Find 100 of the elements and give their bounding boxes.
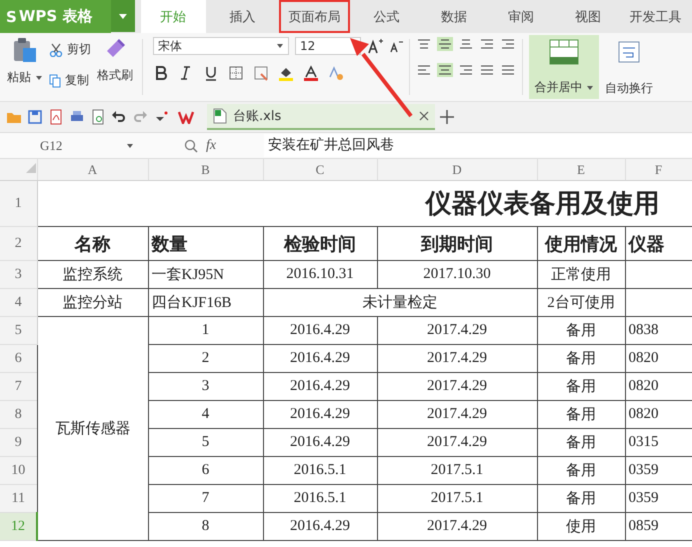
ribbon-tab[interactable]: 数据 bbox=[423, 0, 484, 33]
bold-icon[interactable] bbox=[153, 65, 169, 81]
close-icon[interactable] bbox=[419, 111, 429, 121]
borders-icon[interactable] bbox=[228, 65, 244, 81]
table-cell: 使用 bbox=[566, 519, 596, 535]
dropdown-icon bbox=[586, 84, 594, 90]
distributed-icon[interactable] bbox=[500, 63, 516, 77]
increase-indent-icon[interactable] bbox=[500, 37, 516, 51]
align-bottom-icon[interactable] bbox=[458, 37, 474, 51]
row-header[interactable]: 6 bbox=[0, 344, 37, 372]
row-header[interactable]: 3 bbox=[0, 260, 37, 288]
table-cell: 0359 bbox=[628, 490, 658, 506]
underline-icon[interactable] bbox=[203, 65, 219, 81]
column-header[interactable]: D bbox=[377, 159, 537, 180]
table-cell: 2017.4.29 bbox=[427, 406, 487, 422]
fill-color-icon[interactable] bbox=[278, 65, 294, 81]
format-painter-button[interactable]: 格式刷 bbox=[97, 67, 133, 84]
corner-triangle-icon bbox=[24, 162, 36, 174]
row-header[interactable]: 7 bbox=[0, 372, 37, 400]
table-cell: 0820 bbox=[628, 378, 658, 394]
table-cell: 2 bbox=[202, 350, 210, 366]
align-left-icon[interactable] bbox=[416, 63, 432, 77]
new-tab-icon[interactable] bbox=[440, 110, 454, 124]
row-header[interactable]: 9 bbox=[0, 428, 37, 456]
row-header[interactable]: 1 bbox=[0, 180, 37, 226]
row-header[interactable]: 5 bbox=[0, 316, 37, 344]
table-cell: 2017.4.29 bbox=[427, 378, 487, 394]
table-cell: 备用 bbox=[566, 351, 596, 367]
app-menu-button[interactable]: SWPS 表格 bbox=[0, 0, 111, 33]
grow-font-icon[interactable] bbox=[367, 38, 383, 54]
column-header[interactable]: E bbox=[537, 159, 625, 180]
column-header[interactable]: A bbox=[37, 159, 148, 180]
merge-center-button[interactable]: 合并居中 bbox=[529, 35, 599, 99]
wrap-text-button[interactable]: 自动换行 bbox=[605, 33, 653, 101]
pdf-icon[interactable] bbox=[48, 109, 64, 125]
table-cell: 一套KJ95N bbox=[152, 267, 224, 283]
table-cell: 2017.10.30 bbox=[423, 266, 491, 282]
table-cell: 瓦斯传感器 bbox=[55, 421, 130, 437]
formula-field[interactable]: 安装在矿井总回风巷 bbox=[264, 134, 692, 157]
clear-format-icon[interactable] bbox=[328, 65, 344, 81]
column-header[interactable]: C bbox=[263, 159, 377, 180]
row-header[interactable]: 4 bbox=[0, 288, 37, 316]
table-cell: 2016.4.29 bbox=[290, 322, 350, 338]
dropdown-icon[interactable] bbox=[110, 0, 135, 32]
name-box[interactable]: G12 bbox=[0, 135, 140, 156]
document-tab[interactable]: 台账.xls bbox=[207, 104, 435, 130]
table-cell: 2016.10.31 bbox=[286, 266, 354, 282]
table-cell: 2016.5.1 bbox=[294, 462, 346, 478]
justify-icon[interactable] bbox=[479, 63, 495, 77]
zoom-icon[interactable] bbox=[184, 138, 198, 152]
table-cell: 0315 bbox=[628, 434, 658, 450]
column-heading: 名称 bbox=[74, 234, 110, 254]
table-cell: 备用 bbox=[566, 323, 596, 339]
save-icon[interactable] bbox=[27, 109, 43, 125]
cell-fill-icon[interactable] bbox=[253, 65, 269, 81]
table-cell: 未计量检定 bbox=[362, 295, 438, 311]
align-middle-icon[interactable] bbox=[437, 37, 453, 51]
ribbon-tab[interactable]: 审阅 bbox=[490, 0, 552, 33]
ribbon-tab[interactable]: 开始 bbox=[140, 0, 206, 33]
font-name-field[interactable]: 宋体 bbox=[153, 37, 289, 55]
print-preview-icon[interactable] bbox=[90, 109, 106, 125]
row-header[interactable]: 10 bbox=[0, 456, 37, 484]
copy-button[interactable]: 复制 bbox=[49, 72, 89, 89]
row-header[interactable]: 8 bbox=[0, 400, 37, 428]
align-center-icon[interactable] bbox=[437, 63, 453, 77]
copy-icon bbox=[49, 74, 61, 88]
table-cell: 7 bbox=[202, 490, 210, 506]
column-heading: 使用情况 bbox=[545, 234, 617, 254]
ribbon-tab[interactable]: 插入 bbox=[212, 0, 273, 33]
row-header[interactable]: 12 bbox=[0, 512, 37, 540]
paste-button[interactable]: 粘贴 bbox=[7, 69, 43, 86]
row-header[interactable]: 11 bbox=[0, 484, 37, 512]
ribbon-tab[interactable]: 页面布局 bbox=[278, 0, 350, 33]
align-top-icon[interactable] bbox=[416, 37, 432, 51]
table-cell: 2台可使用 bbox=[547, 295, 615, 311]
table-cell: 4 bbox=[202, 406, 210, 422]
ribbon-tab[interactable]: 视图 bbox=[558, 0, 619, 33]
sheet-title: 仪器仪表备用及使用 bbox=[426, 189, 660, 218]
table-cell: 2016.4.29 bbox=[290, 350, 350, 366]
table-cell: 2017.5.1 bbox=[430, 490, 484, 506]
table-cell: 0359 bbox=[628, 462, 658, 478]
font-size-field[interactable]: 12 bbox=[295, 37, 361, 55]
paste-icon bbox=[12, 37, 38, 63]
table-cell: 2017.4.29 bbox=[427, 350, 487, 366]
decrease-indent-icon[interactable] bbox=[479, 37, 495, 51]
column-header[interactable]: B bbox=[148, 159, 263, 180]
align-right-icon[interactable] bbox=[458, 63, 474, 77]
undo-icon[interactable] bbox=[111, 109, 127, 125]
shrink-font-icon[interactable] bbox=[389, 39, 403, 53]
row-header[interactable]: 2 bbox=[0, 226, 37, 260]
ribbon-tab[interactable]: 开发工具 bbox=[624, 0, 686, 33]
table-cell: 3 bbox=[202, 378, 210, 394]
dropdown-icon bbox=[126, 142, 134, 148]
function-button[interactable]: fx bbox=[206, 138, 264, 154]
table-cell: 监控系统 bbox=[62, 267, 122, 283]
cut-button[interactable]: 剪切 bbox=[49, 41, 91, 58]
column-header[interactable]: F bbox=[625, 159, 692, 180]
table-cell: 5 bbox=[202, 434, 210, 450]
ribbon-tab[interactable]: 公式 bbox=[356, 0, 418, 33]
font-color-icon[interactable] bbox=[303, 65, 319, 81]
